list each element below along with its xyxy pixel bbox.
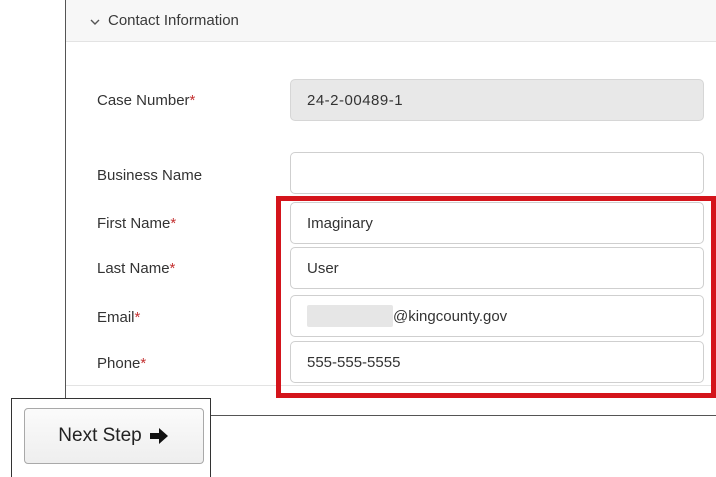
first-name-label: First Name* (97, 215, 176, 232)
business-name-label-text: Business Name (97, 167, 203, 184)
business-name-input[interactable] (290, 152, 704, 194)
required-marker: * (170, 215, 177, 232)
case-number-field: 24-2-00489-1 (290, 79, 704, 121)
first-name-label-text: First Name (97, 215, 171, 232)
last-name-input[interactable]: User (290, 247, 704, 289)
first-name-value: Imaginary (307, 214, 373, 232)
phone-label-text: Phone (97, 355, 141, 372)
last-name-value: User (307, 259, 339, 277)
arrow-right-icon (148, 427, 170, 445)
contact-information-panel: Contact Information Case Number* 24-2-00… (65, 0, 716, 416)
required-marker: * (169, 260, 176, 277)
section-header-contact-information[interactable]: Contact Information (66, 0, 716, 42)
email-label-text: Email (97, 309, 135, 326)
section-divider (66, 385, 716, 386)
phone-input[interactable]: 555-555-5555 (290, 341, 704, 383)
section-title: Contact Information (108, 12, 239, 29)
next-step-label: Next Step (58, 425, 142, 446)
case-number-label-text: Case Number (97, 92, 190, 109)
next-step-button[interactable]: Next Step (24, 408, 204, 464)
required-marker: * (134, 309, 141, 326)
phone-value: 555-555-5555 (307, 353, 401, 371)
email-input[interactable]: @kingcounty.gov (290, 295, 704, 337)
business-name-label: Business Name (97, 167, 202, 184)
first-name-input[interactable]: Imaginary (290, 202, 704, 244)
required-marker: * (140, 355, 147, 372)
email-label: Email* (97, 309, 140, 326)
last-name-label: Last Name* (97, 260, 175, 277)
redacted-email-username (307, 305, 393, 327)
email-domain-value: @kingcounty.gov (393, 307, 508, 325)
required-marker: * (189, 92, 196, 109)
chevron-down-icon[interactable] (88, 15, 102, 29)
case-number-value: 24-2-00489-1 (307, 91, 404, 109)
last-name-label-text: Last Name (97, 260, 170, 277)
case-number-label: Case Number* (97, 92, 195, 109)
phone-label: Phone* (97, 355, 146, 372)
